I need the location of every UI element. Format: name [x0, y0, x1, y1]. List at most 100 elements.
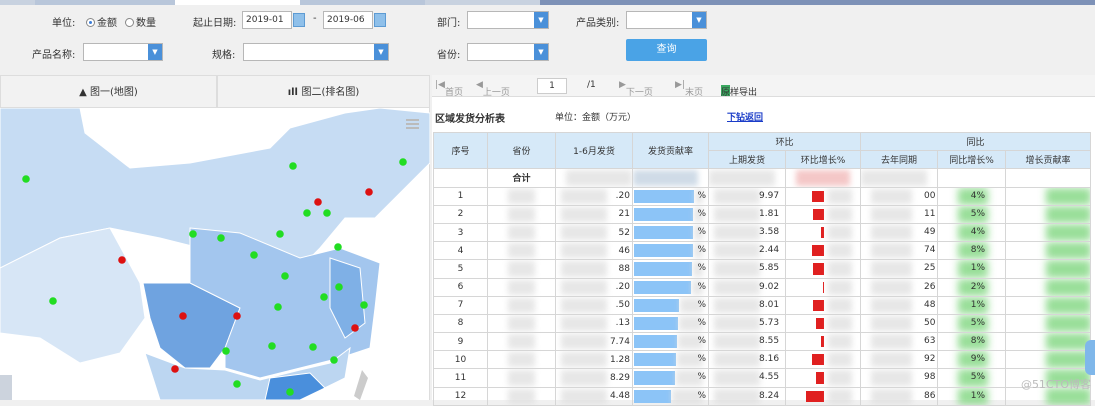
tab-map[interactable]: ▲ 图一(地图) [0, 75, 217, 108]
header-growth-contrib: 增长贡献率 [1005, 150, 1092, 170]
marker-down[interactable] [171, 365, 179, 373]
prev-page-button[interactable]: ◀ 上一页 [476, 80, 510, 98]
last-page-button[interactable]: ▶| 末页 [675, 80, 703, 98]
marker-up[interactable] [49, 297, 57, 305]
drill-back-link[interactable]: 下钻返回 [727, 110, 763, 123]
expand-handle[interactable] [0, 375, 12, 400]
table-row[interactable]: 9 7.74 % 8.55 63 8% [433, 332, 1092, 352]
marker-down[interactable] [118, 256, 126, 264]
marker-up[interactable] [399, 158, 407, 166]
table-row[interactable]: 5 88 % 5.85 25 1% [433, 259, 1092, 279]
table-row[interactable]: 12 4.48 % 8.24 86 1% [433, 386, 1092, 406]
marker-down[interactable] [351, 324, 359, 332]
table-row[interactable]: 3 52 % 3.58 49 4% [433, 222, 1092, 243]
marker-up[interactable] [289, 162, 297, 170]
table-row[interactable]: 8 .13 % 5.73 50 5% [433, 313, 1092, 334]
cell-mom [784, 368, 862, 388]
cell-prev: 2.44 [708, 241, 786, 261]
cell-seq: 5 [433, 259, 488, 279]
product-select[interactable]: ▼ [83, 43, 163, 61]
pager-toolbar: |◀ 首页 ◀ 上一页 1 /1 ▶ 下一页 ▶| 末页 原样导出 [432, 75, 1095, 98]
calendar-icon[interactable] [293, 13, 305, 27]
table-row[interactable]: 7 .50 % 8.01 48 1% [433, 295, 1092, 315]
cell-prev: 9.97 [708, 186, 786, 206]
contrib-bar [634, 335, 677, 349]
table-row[interactable]: 2 21 % 1.81 11 5% [433, 204, 1092, 224]
report-title: 区域发货分析表 [435, 114, 505, 125]
cell-mom [784, 386, 862, 406]
marker-up[interactable] [222, 347, 230, 355]
marker-up[interactable] [309, 343, 317, 351]
marker-up[interactable] [268, 342, 276, 350]
page-input[interactable]: 1 [537, 78, 567, 94]
marker-down[interactable] [233, 312, 241, 320]
china-map[interactable] [0, 108, 430, 400]
cell-mom [784, 241, 862, 261]
header-province: 省份 [487, 131, 556, 170]
cell-contrib: % [632, 241, 709, 261]
contrib-bar [634, 298, 679, 312]
table-row[interactable]: 1 .20 % 9.97 00 4% [433, 186, 1092, 206]
tab-ranking[interactable]: ıll 图二(排名图) [217, 75, 430, 108]
marker-down[interactable] [179, 312, 187, 320]
start-date-input[interactable]: 2019-01 [242, 11, 292, 29]
marker-up[interactable] [334, 243, 342, 251]
cell-mom [784, 313, 862, 334]
first-page-button[interactable]: |◀ 首页 [435, 80, 463, 98]
cell-mom [784, 259, 862, 279]
table-row[interactable]: 10 1.28 % 8.16 92 9% [433, 350, 1092, 370]
marker-up[interactable] [335, 283, 343, 291]
cell-province [487, 222, 556, 243]
marker-up[interactable] [189, 230, 197, 238]
next-page-button[interactable]: ▶ 下一页 [619, 80, 653, 98]
marker-down[interactable] [314, 198, 322, 206]
marker-up[interactable] [320, 293, 328, 301]
marker-up[interactable] [303, 209, 311, 217]
marker-up[interactable] [281, 272, 289, 280]
table-row[interactable]: 4 46 % 2.44 74 8% [433, 241, 1092, 261]
province-select[interactable]: ▼ [467, 43, 549, 61]
marker-up[interactable] [360, 301, 368, 309]
marker-down[interactable] [365, 188, 373, 196]
cell-ship: 8.29 [555, 368, 633, 388]
marker-up[interactable] [286, 388, 294, 396]
category-select[interactable]: ▼ [626, 11, 707, 29]
dept-label: 部门: [437, 18, 461, 29]
query-button[interactable]: 查询 [626, 39, 707, 61]
marker-up[interactable] [323, 209, 331, 217]
cell-prev: 4.55 [708, 368, 786, 388]
table-row[interactable]: 11 8.29 % 4.55 98 5% [433, 368, 1092, 388]
marker-up[interactable] [217, 234, 225, 242]
product-label: 产品名称: [32, 50, 76, 61]
marker-up[interactable] [330, 356, 338, 364]
chevron-down-icon: ▼ [692, 12, 706, 28]
cell-growth-contrib [1005, 295, 1092, 315]
cell-last-year: 98 [860, 368, 939, 388]
unit-radio-quantity[interactable]: 数量 [125, 14, 156, 29]
map-menu-icon[interactable] [406, 119, 419, 129]
mom-bar [806, 390, 824, 402]
cell-mom [784, 204, 862, 224]
spec-select[interactable]: ▼ [243, 43, 389, 61]
cell-growth-contrib [1005, 313, 1092, 334]
float-side-button[interactable] [1085, 340, 1095, 375]
marker-up[interactable] [250, 251, 258, 259]
cell-mom [784, 186, 862, 206]
cell-contrib: % [632, 313, 709, 334]
header-seq: 序号 [433, 131, 488, 170]
calendar-icon[interactable] [374, 13, 386, 27]
table-row[interactable]: 6 .20 % 9.02 26 2% [433, 277, 1092, 297]
region-shipment-table: 序号 省份 1-6月发货 发货贡献率 环比 同比 上期发货 环比增长% 去年同期… [433, 131, 1092, 406]
marker-up[interactable] [274, 303, 282, 311]
unit-radio-amount[interactable]: 金额 [86, 14, 117, 29]
cell-growth-contrib [1005, 186, 1092, 206]
end-date-input[interactable]: 2019-06 [323, 11, 373, 29]
marker-up[interactable] [233, 380, 241, 388]
dept-select[interactable]: ▼ [467, 11, 549, 29]
header-prev: 上期发货 [708, 150, 786, 170]
cell-growth-contrib [1005, 204, 1092, 224]
mom-bar [813, 299, 824, 311]
marker-up[interactable] [276, 230, 284, 238]
contrib-bar [634, 189, 694, 203]
marker-up[interactable] [22, 175, 30, 183]
